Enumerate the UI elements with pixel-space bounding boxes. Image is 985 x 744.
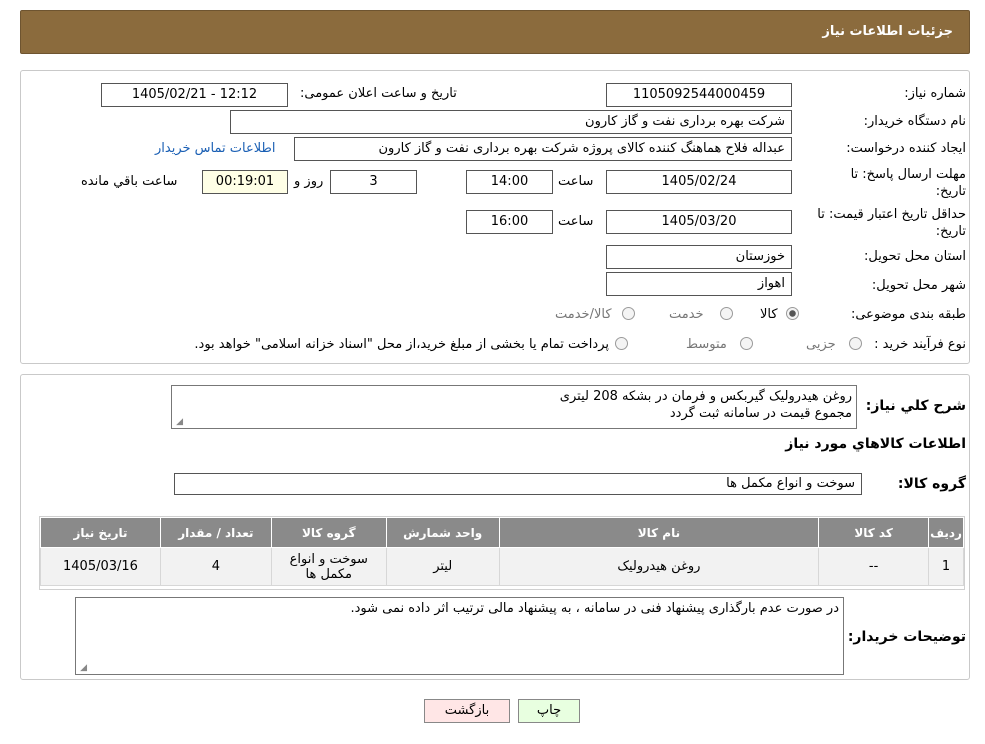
province-field: خوزستان	[606, 245, 792, 269]
cell-row-number: 1	[928, 547, 964, 586]
summary-textarea[interactable]: روغن هیدرولیک گیربکس و فرمان در بشکه 208…	[171, 385, 857, 429]
process-option-medium: متوسط	[686, 337, 727, 352]
category-label: طبقه بندی موضوعی:	[850, 307, 966, 322]
col-header-group: گروه کالا	[270, 517, 387, 548]
items-table: رديف کد کالا نام کالا واحد شمارش گروه کا…	[40, 517, 964, 586]
goods-info-title: اطلاعات کالاهاي مورد نياز	[785, 436, 966, 452]
category-radio-goods[interactable]	[786, 307, 799, 320]
category-option-goods: کالا	[760, 307, 778, 322]
category-option-service: خدمت	[669, 307, 704, 322]
deadline-label-2: تاریخ:	[935, 184, 966, 199]
remaining-time-field: 00:19:01	[202, 170, 288, 194]
category-option-goods-service: کالا/خدمت	[555, 307, 612, 322]
process-radio-medium[interactable]	[740, 337, 753, 350]
cell-unit: لیتر	[385, 547, 500, 586]
table-header-row: رديف کد کالا نام کالا واحد شمارش گروه کا…	[40, 517, 964, 548]
need-number-field: 1105092544000459	[606, 83, 792, 107]
print-button[interactable]: چاپ	[518, 699, 580, 723]
buyer-contact-link[interactable]: اطلاعات تماس خریدار	[155, 141, 275, 156]
process-radio-treasury[interactable]	[615, 337, 628, 350]
items-table-wrapper: رديف کد کالا نام کالا واحد شمارش گروه کا…	[39, 516, 965, 590]
remaining-time-label: ساعت باقي مانده	[81, 174, 178, 189]
city-label: شهر محل تحویل:	[871, 278, 966, 293]
buyer-notes-label: توضیحات خریدار:	[847, 629, 966, 645]
goods-group-label: گروه کالا:	[897, 476, 966, 492]
deadline-label: مهلت ارسال پاسخ: تا	[850, 167, 966, 182]
cell-code: --	[818, 547, 930, 586]
col-header-unit: واحد شمارش	[385, 517, 500, 548]
category-radio-goods-service[interactable]	[622, 307, 635, 320]
need-number-label: شماره نیاز:	[904, 86, 966, 101]
validity-time-field: 16:00	[466, 210, 553, 234]
process-option-minor: جزیی	[806, 337, 836, 352]
process-radio-minor[interactable]	[849, 337, 862, 350]
deadline-time-label: ساعت	[558, 174, 594, 189]
creator-label: ایجاد کننده درخواست:	[846, 141, 966, 156]
col-header-name: نام کالا	[498, 517, 820, 548]
col-header-need-date: تاريخ نياز	[40, 517, 161, 548]
col-header-quantity: تعداد / مقدار	[159, 517, 272, 548]
category-radio-service[interactable]	[720, 307, 733, 320]
days-label: روز و	[294, 174, 324, 189]
back-button[interactable]: بازگشت	[424, 699, 510, 723]
summary-line-2: مجموع قیمت در سامانه ثبت گردد	[669, 406, 852, 421]
process-label: نوع فرآیند خرید :	[874, 337, 966, 352]
table-row: 1 -- روغن هیدرولیک لیتر سوخت و انواع مکم…	[40, 547, 964, 586]
days-remaining-field: 3	[330, 170, 417, 194]
page-title: جزئیات اطلاعات نیاز	[822, 24, 953, 39]
deadline-time-field: 14:00	[466, 170, 553, 194]
resize-grip-icon[interactable]: ◢	[174, 418, 183, 427]
deadline-date-field: 1405/02/24	[606, 170, 792, 194]
cell-group: سوخت و انواع مکمل ها	[270, 547, 387, 586]
announce-label: تاریخ و ساعت اعلان عمومی:	[300, 86, 457, 101]
col-header-row-number: رديف	[928, 517, 964, 548]
buyer-org-field: شرکت بهره برداری نفت و گاز کارون	[230, 110, 792, 134]
validity-label-2: تاریخ:	[935, 224, 966, 239]
validity-time-label: ساعت	[558, 214, 594, 229]
cell-quantity: 4	[159, 547, 272, 586]
announce-datetime-field: 1405/02/21 - 12:12	[101, 83, 288, 107]
resize-grip-icon[interactable]: ◢	[78, 664, 87, 673]
buyer-notes-textarea[interactable]: در صورت عدم بارگذاری پیشنهاد فنی در ساما…	[75, 597, 844, 675]
cell-need-date: 1405/03/16	[40, 547, 161, 586]
province-label: استان محل تحویل:	[864, 249, 966, 264]
page-header: جزئیات اطلاعات نیاز	[20, 10, 970, 54]
creator-field: عبداله فلاح هماهنگ کننده کالای پروژه شرک…	[294, 137, 792, 161]
summary-label: شرح کلي نياز:	[865, 398, 966, 414]
col-header-code: کد کالا	[818, 517, 930, 548]
buyer-notes-text: در صورت عدم بارگذاری پیشنهاد فنی در ساما…	[350, 601, 839, 616]
validity-date-field: 1405/03/20	[606, 210, 792, 234]
treasury-payment-note: پرداخت تمام یا بخشی از مبلغ خرید،از محل …	[194, 337, 609, 352]
buyer-org-label: نام دستگاه خریدار:	[863, 114, 966, 129]
cell-name: روغن هیدرولیک	[498, 547, 820, 586]
validity-label: حداقل تاریخ اعتبار قیمت: تا	[817, 207, 966, 222]
summary-line-1: روغن هیدرولیک گیربکس و فرمان در بشکه 208…	[559, 389, 852, 404]
goods-group-field: سوخت و انواع مکمل ها	[174, 473, 862, 495]
city-field: اهواز	[606, 272, 792, 296]
